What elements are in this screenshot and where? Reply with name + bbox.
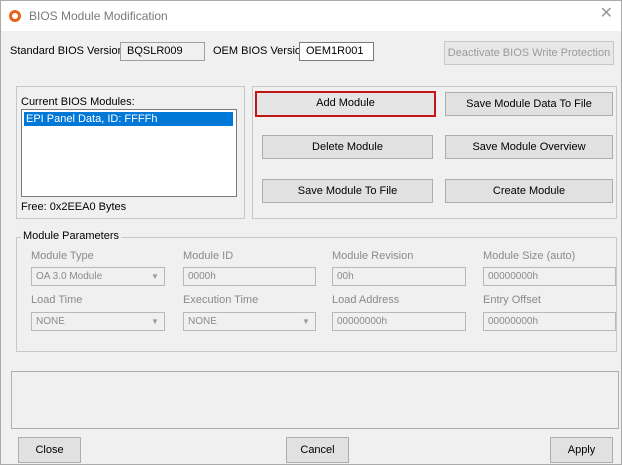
module-list-item[interactable]: EPI Panel Data, ID: FFFFh (24, 112, 233, 126)
save-module-overview-button[interactable]: Save Module Overview (445, 135, 613, 159)
execution-time-label: Execution Time (183, 294, 259, 306)
title-bar: BIOS Module Modification ✕ (1, 1, 621, 31)
module-id-label: Module ID (183, 250, 234, 262)
chevron-down-icon[interactable]: ▼ (148, 270, 162, 283)
load-time-value: NONE (36, 316, 65, 327)
window-title: BIOS Module Modification (29, 9, 168, 23)
oem-version-label: OEM BIOS Version: (213, 45, 311, 57)
modules-label: Current BIOS Modules: (21, 96, 135, 108)
load-address-label: Load Address (332, 294, 400, 306)
app-ring-icon (9, 10, 21, 22)
entry-offset-field[interactable]: 00000000h (483, 312, 616, 331)
module-type-combo[interactable]: OA 3.0 Module ▼ (31, 267, 165, 286)
module-type-label: Module Type (31, 250, 94, 262)
bios-module-dialog: BIOS Module Modification ✕ Standard BIOS… (0, 0, 622, 465)
entry-offset-label: Entry Offset (483, 294, 541, 306)
module-type-value: OA 3.0 Module (36, 271, 103, 282)
chevron-down-icon[interactable]: ▼ (299, 315, 313, 328)
execution-time-value: NONE (188, 316, 217, 327)
delete-module-button[interactable]: Delete Module (262, 135, 433, 159)
module-size-field[interactable]: 00000000h (483, 267, 616, 286)
free-bytes-text: Free: 0x2EEA0 Bytes (21, 201, 127, 213)
module-revision-field[interactable]: 00h (332, 267, 466, 286)
create-module-button[interactable]: Create Module (445, 179, 613, 203)
cancel-button[interactable]: Cancel (286, 437, 349, 463)
standard-version-field: BQSLR009 (120, 42, 205, 61)
execution-time-combo[interactable]: NONE ▼ (183, 312, 316, 331)
load-time-label: Load Time (31, 294, 83, 306)
standard-version-label: Standard BIOS Version: (10, 45, 127, 57)
modules-listbox[interactable]: EPI Panel Data, ID: FFFFh (21, 109, 237, 197)
deactivate-write-protection-button[interactable]: Deactivate BIOS Write Protection (444, 41, 614, 65)
apply-button[interactable]: Apply (550, 437, 613, 463)
chevron-down-icon[interactable]: ▼ (148, 315, 162, 328)
save-module-to-file-button[interactable]: Save Module To File (262, 179, 433, 203)
status-area (11, 371, 619, 429)
module-size-label: Module Size (auto) (483, 250, 576, 262)
close-icon[interactable]: ✕ (600, 6, 613, 22)
save-module-data-button[interactable]: Save Module Data To File (445, 92, 613, 116)
close-button[interactable]: Close (18, 437, 81, 463)
module-parameters-title: Module Parameters (21, 230, 121, 242)
module-revision-label: Module Revision (332, 250, 414, 262)
add-module-button[interactable]: Add Module (255, 91, 436, 117)
oem-version-field[interactable]: OEM1R001 (299, 42, 374, 61)
module-id-field[interactable]: 0000h (183, 267, 316, 286)
load-address-field[interactable]: 00000000h (332, 312, 466, 331)
load-time-combo[interactable]: NONE ▼ (31, 312, 165, 331)
